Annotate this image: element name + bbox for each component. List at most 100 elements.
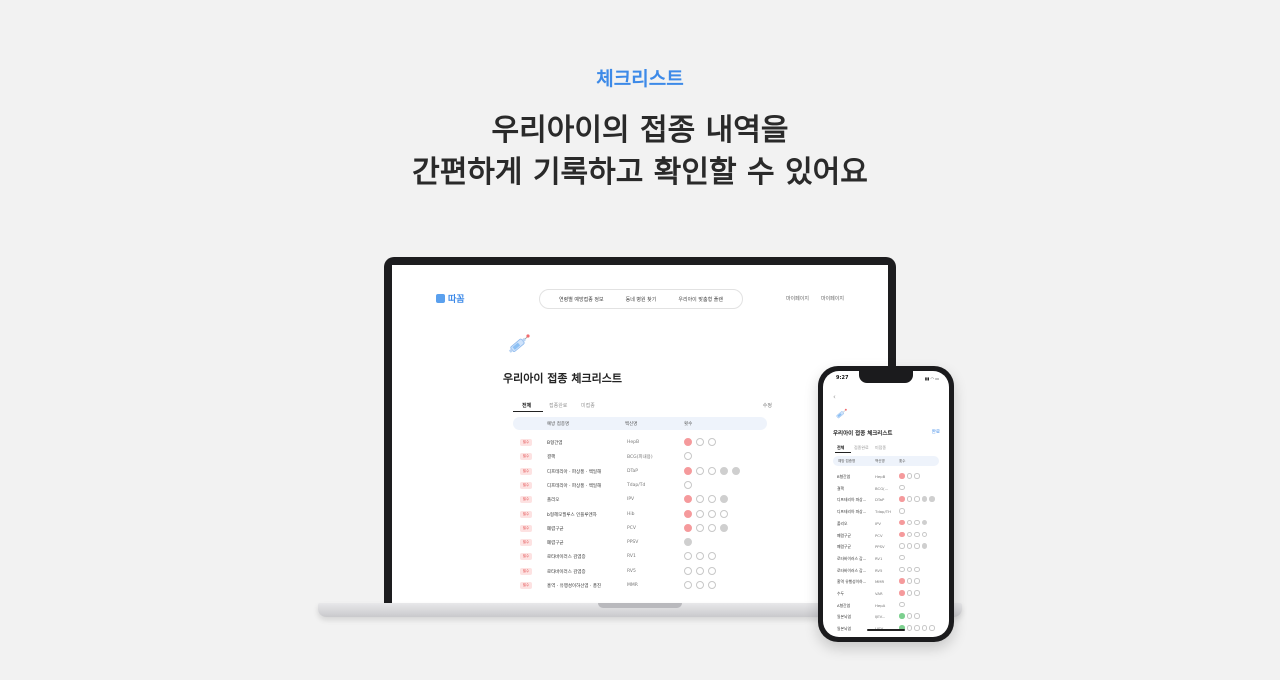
page-title: 우리아이 접종 체크리스트 — [503, 372, 622, 385]
dose-check-empty[interactable] — [899, 554, 905, 561]
dose-check-done[interactable] — [899, 578, 905, 584]
vaccine-abbr: RV5 — [875, 567, 883, 573]
phone-edit-button[interactable]: 완료 — [932, 429, 940, 435]
dose-check-empty[interactable] — [914, 566, 920, 573]
dose-check-empty[interactable] — [708, 566, 716, 575]
dose-check-empty[interactable] — [906, 496, 912, 502]
dose-check-empty[interactable] — [696, 566, 704, 575]
phone-tab-not-completed[interactable]: 미접종 — [875, 445, 886, 451]
table-row: 필수 디프테리아 · 파상풍 · 백일해 DTaP — [520, 466, 770, 479]
dose-check-empty[interactable] — [906, 473, 912, 479]
dose-check-empty[interactable] — [899, 566, 905, 573]
dose-check-gray[interactable] — [921, 543, 927, 549]
dose-check-empty[interactable] — [684, 480, 692, 489]
phone-tab-all[interactable]: 전체 — [837, 445, 844, 451]
nav-link-custom-plan[interactable]: 우리아이 맞춤형 플랜 — [678, 296, 723, 303]
back-chevron-icon[interactable]: ‹ — [833, 393, 836, 401]
dose-check-empty[interactable] — [914, 625, 920, 631]
tab-all[interactable]: 전체 — [522, 402, 531, 409]
dose-check-done[interactable] — [684, 523, 692, 532]
dose-check-empty[interactable] — [906, 566, 912, 573]
phone-table-row: 일본뇌염 IJEV... — [833, 611, 943, 623]
dose-check-done[interactable] — [684, 509, 692, 518]
dose-check-empty[interactable] — [914, 613, 920, 619]
dose-check-empty[interactable] — [696, 509, 704, 518]
phone-column-vaccine-name: 예방 접종명 — [838, 459, 856, 463]
dose-check-empty[interactable] — [684, 452, 692, 461]
logo[interactable]: 따꼼 — [436, 292, 465, 305]
phone-table-row: 로타바이러스 감... RV5 — [833, 565, 943, 577]
dose-check-empty[interactable] — [921, 625, 927, 631]
dose-check-gray[interactable] — [720, 495, 728, 504]
dose-check-empty[interactable] — [906, 590, 912, 596]
dose-check-gray[interactable] — [684, 538, 692, 547]
dose-check-empty[interactable] — [899, 484, 905, 491]
headline-line-2: 간편하게 기록하고 확인할 수 있어요 — [412, 155, 868, 190]
vaccine-name: 폐렴구균 — [547, 526, 564, 532]
nav-link-find-hospital[interactable]: 동네 병원 찾기 — [626, 296, 657, 303]
dose-check-gray[interactable] — [720, 523, 728, 532]
dose-check-empty[interactable] — [708, 581, 716, 589]
dose-check-empty[interactable] — [906, 543, 912, 549]
dose-check-empty[interactable] — [914, 590, 920, 596]
dose-check-green[interactable] — [899, 613, 905, 619]
dose-check-empty[interactable] — [906, 625, 912, 631]
dose-check-empty[interactable] — [906, 519, 912, 526]
dose-check-empty[interactable] — [708, 509, 716, 518]
dose-check-empty[interactable] — [696, 523, 704, 532]
dose-check-empty[interactable] — [684, 552, 692, 561]
dose-check-gray[interactable] — [720, 466, 728, 475]
phone-active-tab-underline — [835, 452, 851, 453]
dose-check-empty[interactable] — [914, 496, 920, 502]
dose-check-empty[interactable] — [914, 543, 920, 549]
dose-check-empty[interactable] — [708, 466, 716, 475]
dose-check-done[interactable] — [899, 531, 905, 537]
dose-check-empty[interactable] — [696, 581, 704, 589]
dose-checks — [899, 601, 905, 608]
dose-check-empty[interactable] — [921, 531, 927, 537]
dose-check-empty[interactable] — [708, 495, 716, 504]
dose-check-empty[interactable] — [696, 495, 704, 504]
dose-check-empty[interactable] — [696, 466, 704, 475]
dose-check-empty[interactable] — [906, 578, 912, 584]
vaccine-abbr: PPSV — [627, 540, 639, 546]
dose-check-empty[interactable] — [708, 523, 716, 532]
dose-check-done[interactable] — [899, 496, 905, 502]
dose-check-empty[interactable] — [914, 578, 920, 584]
dose-check-empty[interactable] — [708, 438, 716, 446]
nav-mypage[interactable]: 마이페이지 — [821, 295, 844, 302]
nav-link-age-info[interactable]: 연령별 예방접종 정보 — [559, 296, 604, 303]
tab-completed[interactable]: 접종완료 — [549, 402, 567, 409]
dose-check-empty[interactable] — [899, 508, 905, 514]
tab-not-completed[interactable]: 미접종 — [581, 402, 595, 409]
dose-check-done[interactable] — [899, 519, 905, 526]
dose-check-gray[interactable] — [921, 519, 927, 526]
phone-table-row: 디프테리아 파상... Tdap/TH — [833, 506, 943, 518]
dose-check-empty[interactable] — [720, 509, 728, 518]
phone-tab-completed[interactable]: 접종완료 — [854, 445, 869, 451]
dose-check-empty[interactable] — [929, 625, 935, 631]
dose-check-empty[interactable] — [914, 531, 920, 537]
required-badge: 필수 — [520, 439, 532, 446]
dose-check-empty[interactable] — [708, 552, 716, 561]
nav-user[interactable]: 마이페이지 — [786, 295, 809, 302]
dose-check-empty[interactable] — [696, 552, 704, 561]
dose-check-empty[interactable] — [899, 601, 905, 608]
dose-check-empty[interactable] — [684, 566, 692, 575]
dose-check-empty[interactable] — [906, 613, 912, 619]
dose-check-done[interactable] — [684, 466, 692, 475]
edit-button[interactable]: 수정 — [763, 402, 772, 409]
dose-check-gray[interactable] — [921, 496, 927, 502]
dose-check-gray[interactable] — [929, 496, 935, 502]
dose-check-done[interactable] — [684, 438, 692, 446]
dose-check-gray[interactable] — [732, 466, 740, 475]
dose-check-done[interactable] — [899, 590, 905, 596]
dose-check-done[interactable] — [899, 473, 905, 479]
dose-check-empty[interactable] — [899, 543, 905, 549]
dose-check-done[interactable] — [684, 495, 692, 504]
dose-check-empty[interactable] — [684, 581, 692, 589]
dose-check-empty[interactable] — [696, 438, 704, 446]
dose-check-empty[interactable] — [906, 531, 912, 537]
dose-check-empty[interactable] — [914, 473, 920, 479]
dose-check-empty[interactable] — [914, 519, 920, 526]
